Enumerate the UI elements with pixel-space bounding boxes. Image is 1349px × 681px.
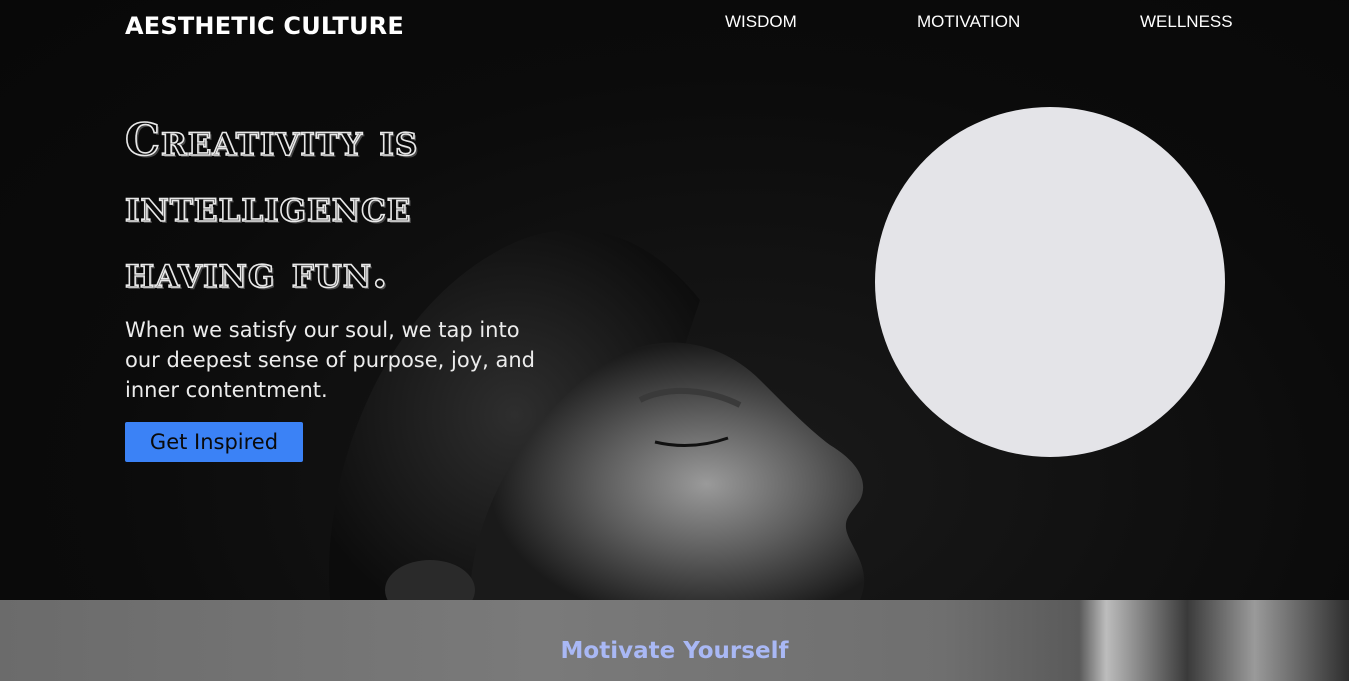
hero-subtext: When we satisfy our soul, we tap into ou… xyxy=(125,318,535,402)
section-title: Motivate Yourself xyxy=(560,638,789,664)
motivate-section: Motivate Yourself xyxy=(0,600,1349,681)
top-navigation: AESTHETIC CULTURE WISDOM MOTIVATION WELL… xyxy=(0,0,1349,56)
hero-section: AESTHETIC CULTURE WISDOM MOTIVATION WELL… xyxy=(0,0,1349,600)
nav-link-wellness[interactable]: WELLNESS xyxy=(1140,12,1233,32)
hero-circle-image-placeholder xyxy=(875,107,1225,457)
nav-link-motivation[interactable]: MOTIVATION xyxy=(917,12,1020,32)
nav-links: WISDOM MOTIVATION WELLNESS xyxy=(0,12,1349,36)
get-inspired-button[interactable]: Get Inspired xyxy=(125,422,303,462)
nav-link-wisdom[interactable]: WISDOM xyxy=(725,12,797,32)
hero-headline: Creativity is intelligence having fun. xyxy=(124,114,419,299)
